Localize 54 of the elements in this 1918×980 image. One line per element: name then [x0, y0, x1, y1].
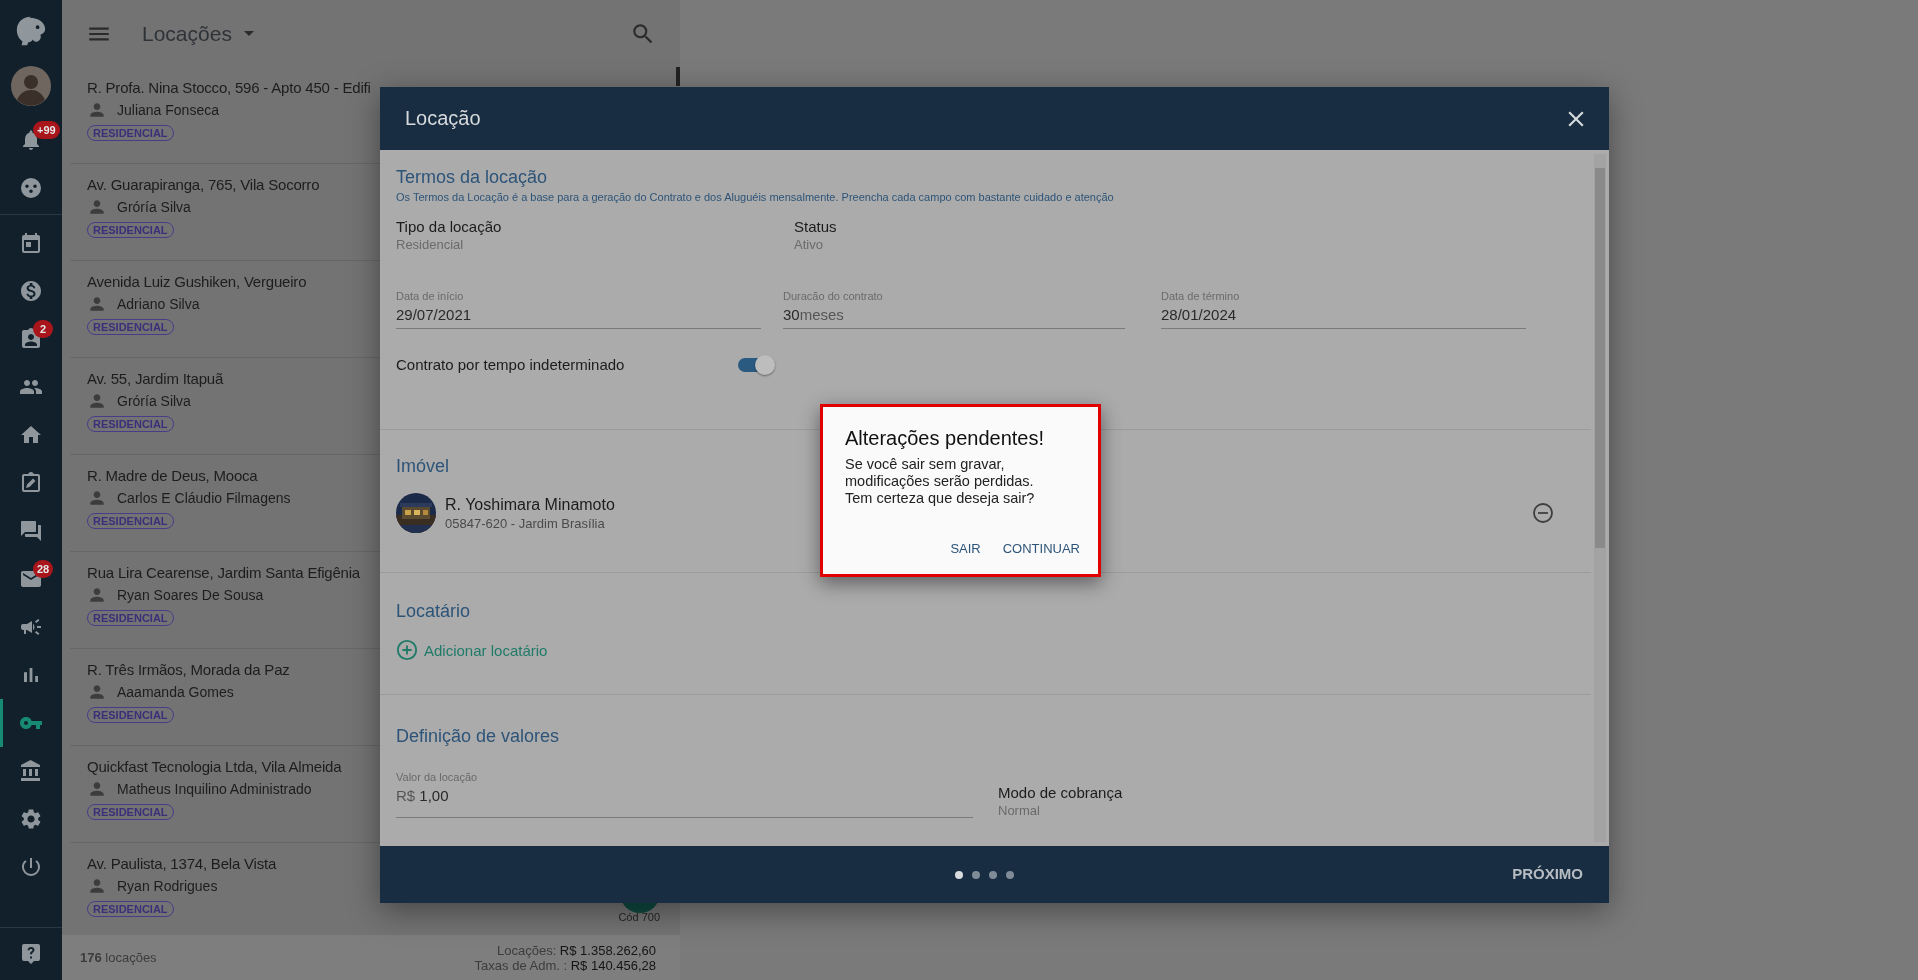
nav-item[interactable]: 28 — [0, 555, 59, 603]
list-title[interactable]: Locações — [142, 21, 232, 46]
add-tenant-button[interactable]: Adicionar locatário — [396, 639, 548, 661]
count-badge: 2 — [33, 320, 53, 338]
dialog-button[interactable]: SAIR — [946, 537, 985, 560]
info-label: Modo de cobrança — [998, 784, 1124, 801]
info-value: Normal — [998, 803, 1041, 818]
next-button[interactable]: PRÓXIMO — [1512, 861, 1583, 886]
property-name: R. Yoshimara Minamoto — [445, 495, 615, 514]
address[interactable]: Av. Paulista, 1374, Bela Vista — [87, 855, 277, 872]
dialog-title: Alterações pendentes! — [845, 427, 1046, 450]
input-field[interactable]: Data de início 29/07/2021 — [396, 290, 761, 329]
section-title: Definição de valores — [396, 726, 560, 747]
tenant-name: Juliana Fonseca — [117, 102, 219, 118]
address[interactable]: Av. 55, Jardim Itapuã — [87, 370, 224, 387]
section-title: Locatário — [396, 601, 471, 622]
nav-item[interactable]: 2 — [0, 315, 59, 363]
toggle-label: Contrato por tempo indeterminado — [396, 356, 626, 373]
address[interactable]: R. Três Irmãos, Morada da Paz — [87, 661, 290, 678]
modal-title: Locação — [405, 107, 481, 130]
section-title: Imóvel — [396, 456, 449, 477]
property-address: 05847-620 - Jardim Brasília — [445, 515, 606, 531]
address[interactable]: R. Madre de Deus, Mooca — [87, 467, 258, 484]
tenant-name: Ryan Soares De Sousa — [117, 587, 264, 603]
section-title: Termos da locação — [396, 167, 548, 188]
info-value: Ativo — [794, 237, 824, 252]
tenant-name: Gróría Silva — [117, 393, 191, 409]
count-badge: 28 — [33, 560, 54, 578]
tenant-name: Carlos E Cláudio Filmagens — [117, 490, 291, 506]
info-label: Status — [794, 218, 838, 235]
total-label: Taxas de Adm. : R$ 140.456,28 — [474, 957, 656, 973]
input-field[interactable]: Duracão do contrato 30meses — [783, 290, 1125, 329]
dialog-message: Se você sair sem gravar, modificações serão perdidas. Tem certeza que deseja sair? — [845, 456, 1036, 507]
tenant-name: Adriano Silva — [117, 296, 200, 312]
tenant-name: Gróría Silva — [117, 199, 191, 215]
input-field[interactable]: Valor da locação R$ 1,00 — [396, 771, 973, 818]
tenant-name: Aaamanda Gomes — [117, 684, 234, 700]
tenant-name: Matheus Inquilino Administrado — [117, 781, 312, 797]
address[interactable]: Av. Guarapiranga, 765, Vila Socorro — [87, 176, 320, 193]
count-badge: +99 — [33, 121, 60, 139]
info-value: Residencial — [396, 237, 465, 252]
count-label: 176 locações — [80, 950, 157, 965]
total-label: Locações: R$ 1.358.262,60 — [497, 942, 656, 958]
code-label: Cód 700 — [618, 911, 660, 923]
info-label: Tipo da locação — [396, 218, 503, 235]
dialog-button[interactable]: CONTINUAR — [998, 537, 1084, 560]
section-description: Os Termos da Locação é a base para a geração do Contrato e dos Aluguéis mensalmente. Preencha cada campo com bastante cuidado e atenção — [396, 191, 1115, 203]
address[interactable]: Avenida Luiz Gushiken, Vergueiro — [87, 273, 307, 290]
nav-item[interactable]: +99 — [0, 116, 59, 164]
address[interactable]: R. Profa. Nina Stocco, 596 - Apto 450 - Edifi — [87, 79, 371, 96]
input-field[interactable]: Data de término 28/01/2024 — [1161, 290, 1526, 329]
tenant-name: Ryan Rodrigues — [117, 878, 218, 894]
address[interactable]: Rua Lira Cearense, Jardim Santa Efigênia — [87, 564, 360, 581]
address[interactable]: Quickfast Tecnologia Ltda, Vila Almeida — [87, 758, 342, 775]
